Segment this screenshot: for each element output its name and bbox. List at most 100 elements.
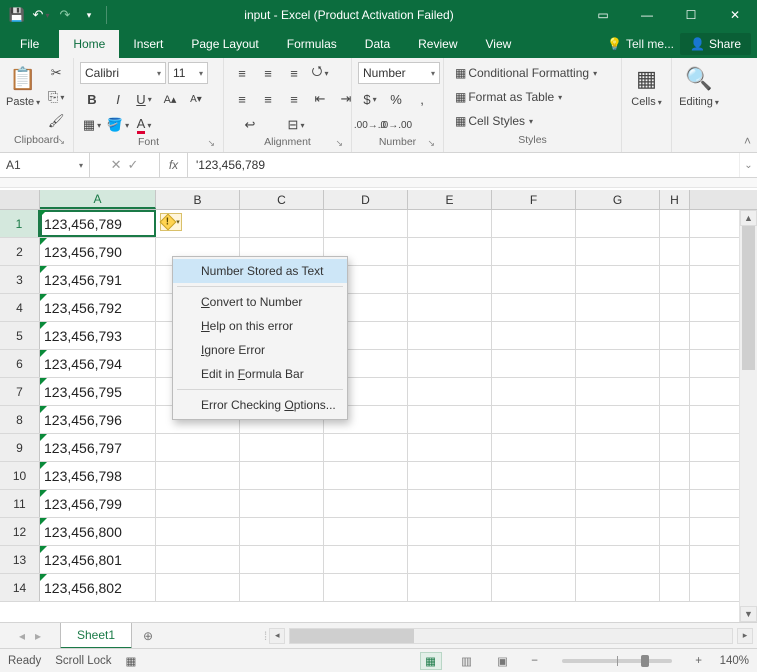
cell-a12[interactable]: 123,456,800 — [40, 518, 156, 545]
cell-d1[interactable] — [324, 210, 408, 237]
increase-decimal-icon[interactable]: .00→.0 — [358, 114, 382, 136]
tab-data[interactable]: Data — [351, 30, 404, 58]
minimize-button[interactable]: — — [625, 0, 669, 30]
cell-h11[interactable] — [660, 490, 690, 517]
column-header-a[interactable]: A — [40, 190, 156, 209]
vertical-scrollbar[interactable]: ▲ ▼ — [739, 210, 757, 622]
cell-e10[interactable] — [408, 462, 492, 489]
cell-b14[interactable] — [156, 574, 240, 601]
cell-a2[interactable]: 123,456,790 — [40, 238, 156, 265]
cell-d14[interactable] — [324, 574, 408, 601]
cell-e1[interactable] — [408, 210, 492, 237]
cell-a7[interactable]: 123,456,795 — [40, 378, 156, 405]
percent-format-icon[interactable]: % — [384, 88, 408, 110]
font-color-icon[interactable]: A▾ — [132, 114, 156, 136]
cell-a3[interactable]: 123,456,791 — [40, 266, 156, 293]
column-header-b[interactable]: B — [156, 190, 240, 209]
align-middle-icon[interactable]: ≡ — [256, 62, 280, 84]
sheet-tab-active[interactable]: Sheet1 — [60, 623, 132, 649]
cell-h7[interactable] — [660, 378, 690, 405]
sheet-nav[interactable]: ◂▸ — [0, 629, 60, 643]
cell-f2[interactable] — [492, 238, 576, 265]
cell-h9[interactable] — [660, 434, 690, 461]
ctx-edit-formula-bar[interactable]: Edit in Formula Bar — [173, 362, 347, 386]
row-header[interactable]: 13 — [0, 546, 40, 573]
align-center-icon[interactable]: ≡ — [256, 88, 280, 110]
underline-button[interactable]: U▾ — [132, 88, 156, 110]
collapse-ribbon-icon[interactable]: ˄ — [744, 134, 751, 148]
cell-g11[interactable] — [576, 490, 660, 517]
scroll-down-icon[interactable]: ▼ — [740, 606, 757, 622]
row-header[interactable]: 14 — [0, 574, 40, 601]
expand-formula-bar-icon[interactable]: ⌄ — [739, 153, 757, 177]
cell-e2[interactable] — [408, 238, 492, 265]
bold-button[interactable]: B — [80, 88, 104, 110]
tab-view[interactable]: View — [472, 30, 526, 58]
cell-h6[interactable] — [660, 350, 690, 377]
cell-a10[interactable]: 123,456,798 — [40, 462, 156, 489]
redo-icon[interactable]: ↷ — [54, 4, 76, 26]
conditional-formatting-button[interactable]: ▦Conditional Formatting▾ — [450, 62, 602, 84]
editing-button[interactable]: 🔍 Editing▾ — [678, 62, 720, 108]
cell-b13[interactable] — [156, 546, 240, 573]
tab-home[interactable]: Home — [59, 30, 119, 58]
cell-h13[interactable] — [660, 546, 690, 573]
cell-f8[interactable] — [492, 406, 576, 433]
scroll-up-icon[interactable]: ▲ — [740, 210, 757, 226]
cell-h10[interactable] — [660, 462, 690, 489]
decrease-indent-icon[interactable]: ⇤ — [308, 88, 332, 110]
cell-h5[interactable] — [660, 322, 690, 349]
cell-g5[interactable] — [576, 322, 660, 349]
zoom-in-icon[interactable]: + — [692, 655, 706, 667]
cells-button[interactable]: ▦ Cells▾ — [628, 62, 665, 108]
cell-f12[interactable] — [492, 518, 576, 545]
cell-e3[interactable] — [408, 266, 492, 293]
page-break-view-icon[interactable]: ▣ — [492, 652, 514, 670]
column-header-g[interactable]: G — [576, 190, 660, 209]
format-painter-icon[interactable]: 🖌 — [44, 110, 68, 132]
zoom-thumb[interactable] — [641, 655, 649, 667]
normal-view-icon[interactable]: ▦ — [420, 652, 442, 670]
borders-icon[interactable]: ▦▾ — [80, 114, 104, 136]
row-header[interactable]: 3 — [0, 266, 40, 293]
sheet-next-icon[interactable]: ▸ — [35, 629, 41, 643]
maximize-button[interactable]: ☐ — [669, 0, 713, 30]
row-header[interactable]: 12 — [0, 518, 40, 545]
wrap-text-icon[interactable]: ↩ — [230, 114, 270, 136]
cell-c14[interactable] — [240, 574, 324, 601]
cell-d11[interactable] — [324, 490, 408, 517]
undo-icon[interactable]: ↶▾ — [30, 4, 52, 26]
number-dialog-icon[interactable]: ↘ — [427, 138, 435, 149]
cell-a13[interactable]: 123,456,801 — [40, 546, 156, 573]
cell-e8[interactable] — [408, 406, 492, 433]
share-button[interactable]: 👤 Share — [680, 33, 751, 55]
add-sheet-button[interactable]: ⊕ — [134, 629, 162, 643]
cell-a8[interactable]: 123,456,796 — [40, 406, 156, 433]
hscroll-thumb[interactable] — [290, 629, 414, 643]
cell-g6[interactable] — [576, 350, 660, 377]
cell-a6[interactable]: 123,456,794 — [40, 350, 156, 377]
cell-e4[interactable] — [408, 294, 492, 321]
cell-b10[interactable] — [156, 462, 240, 489]
cell-f3[interactable] — [492, 266, 576, 293]
copy-icon[interactable]: ⎘▾ — [44, 86, 68, 108]
tell-me[interactable]: 💡 Tell me... — [607, 37, 674, 51]
cell-a4[interactable]: 123,456,792 — [40, 294, 156, 321]
row-header[interactable]: 9 — [0, 434, 40, 461]
ctx-number-stored-as-text[interactable]: Number Stored as Text — [173, 259, 347, 283]
cell-b9[interactable] — [156, 434, 240, 461]
cell-a11[interactable]: 123,456,799 — [40, 490, 156, 517]
align-left-icon[interactable]: ≡ — [230, 88, 254, 110]
cell-c9[interactable] — [240, 434, 324, 461]
ribbon-options-icon[interactable]: ▭ — [581, 0, 625, 30]
cell-h4[interactable] — [660, 294, 690, 321]
ctx-help-on-error[interactable]: Help on this error — [173, 314, 347, 338]
cell-b11[interactable] — [156, 490, 240, 517]
cell-a1[interactable]: 123,456,789 — [40, 210, 156, 237]
cell-g14[interactable] — [576, 574, 660, 601]
sheet-prev-icon[interactable]: ◂ — [19, 629, 25, 643]
increase-font-icon[interactable]: A▴ — [158, 88, 182, 110]
ctx-convert-to-number[interactable]: Convert to Number — [173, 290, 347, 314]
cut-icon[interactable]: ✂ — [44, 62, 68, 84]
cell-h2[interactable] — [660, 238, 690, 265]
